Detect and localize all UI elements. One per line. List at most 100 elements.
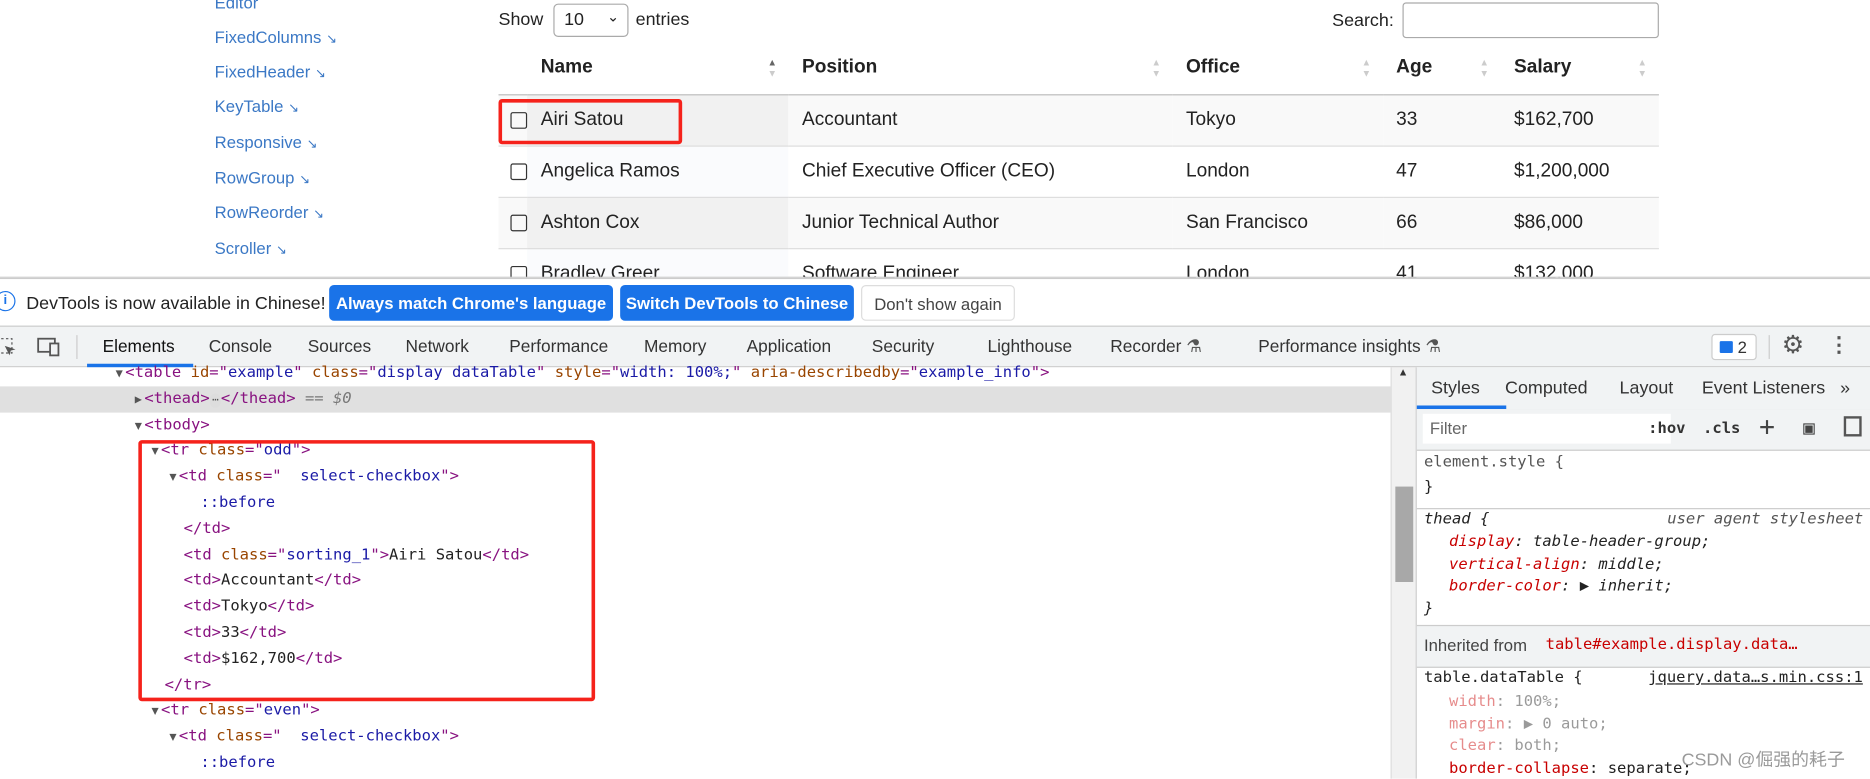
dom-token: =" — [245, 701, 264, 720]
annotation-box-tr — [138, 440, 596, 702]
tab-performance[interactable]: Performance — [509, 338, 608, 357]
element-style-selector[interactable]: element.style { — [1424, 452, 1564, 473]
tab-performance-insights[interactable]: Performance insights ⚗ — [1258, 338, 1441, 357]
new-style-rule-icon[interactable]: + — [1759, 413, 1775, 443]
tab-elements[interactable]: Elements — [103, 338, 175, 357]
css-property[interactable]: vertical-align: middle; — [1449, 554, 1664, 575]
sidebar-link[interactable]: Editor — [215, 0, 259, 12]
styles-subtab[interactable]: Styles — [1431, 378, 1480, 398]
column-header-name[interactable]: Name ▲ ▼ — [527, 41, 789, 96]
scrollbar-thumb[interactable] — [1395, 486, 1414, 582]
sidebar-link[interactable]: RowReorder ↘ — [215, 203, 324, 222]
css-property[interactable]: margin: ▶ 0 auto; — [1449, 714, 1608, 735]
dom-node-line[interactable]: ▼ <tbody> — [0, 412, 1391, 438]
expand-triangle-icon[interactable]: ▼ — [169, 731, 176, 744]
dom-token: aria-describedby — [750, 363, 901, 382]
switch-to-chinese-button[interactable]: Switch DevTools to Chinese — [620, 285, 854, 321]
always-match-language-button[interactable]: Always match Chrome's language — [329, 285, 613, 321]
styles-subtab[interactable]: Event Listeners — [1702, 378, 1825, 398]
collapsed-triangle-icon[interactable]: ▶ — [135, 393, 142, 406]
table-row[interactable]: Angelica Ramos Chief Executive Officer (C… — [498, 146, 1659, 198]
sidebar-link[interactable]: FixedHeader ↘ — [215, 62, 326, 81]
css-property-name: border-collapse — [1449, 759, 1590, 777]
device-toolbar-icon[interactable] — [36, 336, 62, 357]
styles-subtab[interactable]: Computed — [1505, 378, 1588, 398]
dom-node-line[interactable]: ▼ <table id="example" class="display data… — [0, 360, 1391, 386]
tab-console[interactable]: Console — [209, 338, 272, 357]
expand-triangle-icon[interactable]: ▼ — [116, 367, 123, 380]
table-cell: Angelica Ramos — [527, 146, 789, 198]
dom-token: display dataTable — [377, 363, 537, 382]
sidebar-link-label: FixedColumns — [214, 27, 322, 47]
css-property[interactable]: width: 100%; — [1449, 692, 1561, 713]
sidebar-link[interactable]: RowGroup ↘ — [215, 168, 311, 187]
dom-node-line[interactable]: ▼ <tr class="even"> — [0, 698, 1391, 724]
dom-token: width: 100%; — [620, 363, 733, 382]
tab-security[interactable]: Security — [872, 338, 934, 357]
tab-application[interactable]: Application — [747, 338, 832, 357]
ellipsis-icon[interactable]: ⋯ — [209, 393, 221, 408]
expand-triangle-icon[interactable]: ▼ — [151, 705, 158, 718]
tab-label: Application — [746, 337, 832, 357]
tab-recorder[interactable]: Recorder ⚗ — [1110, 338, 1201, 357]
dom-node-line[interactable]: ▶ <thead> ⋯ </thead> == $0 — [0, 386, 1391, 413]
tab-memory[interactable]: Memory — [644, 338, 706, 357]
sidebar-link[interactable]: KeyTable ↘ — [215, 97, 299, 116]
settings-gear-icon[interactable]: ⚙ — [1782, 330, 1804, 360]
experiment-flask-icon: ⚗ — [1420, 337, 1441, 357]
datatable-source-link[interactable]: jquery.data…s.min.css:1 — [1648, 668, 1863, 689]
css-property[interactable]: border-collapse: separate; — [1449, 758, 1692, 779]
entries-label: entries — [635, 9, 690, 30]
hov-toggle[interactable]: :hov — [1648, 420, 1685, 438]
row-checkbox[interactable] — [510, 214, 528, 232]
issues-button[interactable]: 2 — [1711, 333, 1757, 361]
more-options-icon[interactable]: ⋮ — [1828, 333, 1849, 358]
entries-select[interactable]: 10 ⌄ — [553, 3, 629, 37]
css-property[interactable]: display: table-header-group; — [1449, 532, 1710, 553]
datatable-selector: table.dataTable { — [1423, 669, 1583, 687]
styles-filter-input[interactable]: Filter — [1422, 413, 1671, 444]
external-arrow-icon: ↘ — [299, 172, 311, 188]
language-banner: i DevTools is now available in Chinese! … — [0, 277, 1870, 327]
toggle-sidebar-icon[interactable] — [1843, 416, 1862, 437]
dom-token: =" — [358, 363, 378, 382]
dom-token: " — [293, 363, 312, 382]
table-row[interactable]: Ashton Cox Junior Technical Author San Fra… — [498, 197, 1659, 250]
dom-node-line[interactable]: ::before — [0, 750, 1391, 776]
styles-subtab[interactable]: » — [1840, 378, 1850, 398]
dont-show-again-button[interactable]: Don't show again — [861, 285, 1015, 321]
scroll-up-icon[interactable]: ▲ — [1398, 366, 1409, 378]
sidebar-link[interactable]: FixedColumns ↘ — [215, 27, 337, 46]
css-property[interactable]: clear: both; — [1449, 736, 1561, 757]
inherited-selector[interactable]: table#example.display.data… — [1546, 636, 1798, 654]
inspect-element-icon[interactable] — [0, 336, 19, 357]
css-property-name: clear — [1449, 737, 1496, 755]
search-input[interactable] — [1402, 2, 1659, 39]
tab-lighthouse[interactable]: Lighthouse — [987, 338, 1072, 357]
sidebar-link[interactable]: Responsive ↘ — [215, 132, 318, 151]
tab-sources[interactable]: Sources — [308, 338, 371, 357]
tab-label: Network — [405, 337, 469, 357]
tab-label: Sources — [307, 337, 372, 357]
dom-token: class — [311, 363, 359, 382]
column-header-age[interactable]: Age ▲ ▼ — [1383, 41, 1501, 96]
sidebar-link-label: FixedHeader — [214, 62, 311, 82]
column-header-position[interactable]: Position ▲ ▼ — [788, 41, 1173, 96]
elements-scrollbar[interactable]: ▲ — [1390, 366, 1416, 779]
dom-token: example — [227, 363, 294, 382]
row-checkbox[interactable] — [510, 163, 528, 180]
sidebar-link[interactable]: Scroller ↘ — [215, 239, 287, 258]
column-header-label: Age — [1396, 57, 1433, 78]
column-header-office[interactable]: Office ▲ ▼ — [1172, 41, 1384, 96]
column-header-salary[interactable]: Salary ▲ ▼ — [1500, 41, 1659, 96]
css-property[interactable]: border-color: ▶ inherit; — [1449, 576, 1673, 597]
tab-network[interactable]: Network — [405, 338, 468, 357]
styles-subtab[interactable]: Layout — [1620, 378, 1674, 398]
info-icon: i — [0, 290, 16, 312]
css-property-value: 100% — [1514, 692, 1552, 711]
cls-toggle[interactable]: .cls — [1703, 420, 1740, 438]
paint-brush-icon[interactable]: ▣ — [1803, 416, 1814, 439]
dom-node-line[interactable]: ▼ <td class=" select-checkbox"> — [0, 724, 1391, 750]
expand-triangle-icon[interactable]: ▼ — [135, 419, 142, 432]
search-label: Search: — [1332, 10, 1394, 32]
